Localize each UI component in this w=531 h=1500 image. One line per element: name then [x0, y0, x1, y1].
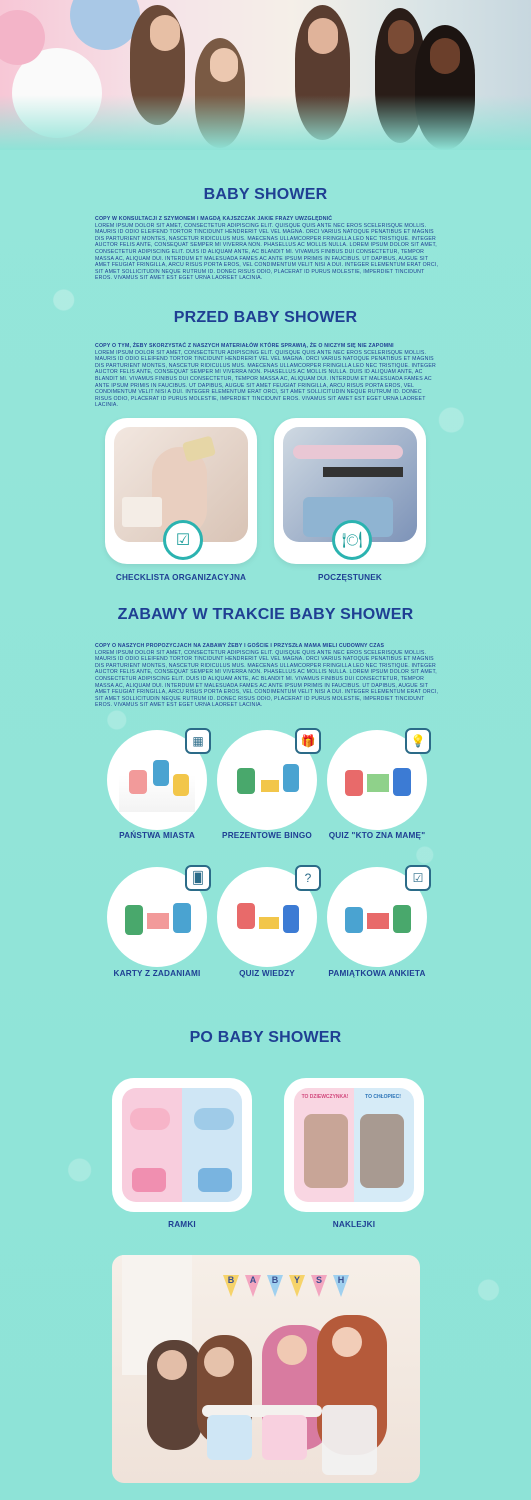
card-label-checklista: CHECKLISTA ORGANIZACYJNA	[115, 573, 247, 582]
checklist-icon: ☑	[405, 865, 431, 891]
guest-4-face	[388, 20, 414, 54]
copy-przed: COPY O TYM, ŻEBY SKORZYSTAĆ Z NASZYCH MA…	[95, 343, 440, 409]
banner-letter: A	[245, 1275, 261, 1297]
card-checklista[interactable]: ☑	[105, 418, 257, 564]
game-illustration	[339, 887, 415, 949]
stickers-preview: TO DZIEWCZYNKA! TO CHŁOPIEC!	[294, 1088, 414, 1202]
copy-baby-shower: COPY W KONSULTACJI Z SZYMONEM I MAGDĄ KA…	[95, 216, 440, 282]
copy-zabawy: COPY O NASZYCH PROPOZYCJACH NA ZABAWY ŻE…	[95, 643, 440, 709]
plate-cutlery-icon: 🍽	[332, 520, 372, 560]
banner-letter: Y	[289, 1275, 305, 1297]
game-card-prezentowe-bingo[interactable]: 🎁	[217, 728, 321, 830]
copy-lead: COPY O NASZYCH PROPOZYCJACH NA ZABAWY ŻE…	[95, 643, 385, 649]
copy-lead: COPY W KONSULTACJI Z SZYMONEM I MAGDĄ KA…	[95, 216, 333, 222]
game-illustration	[229, 887, 305, 949]
tile-label-ramki: RAMKI	[168, 1220, 196, 1229]
banner-letter: S	[311, 1275, 327, 1297]
game-label-pamiatkowa-ankieta: PAMIĄTKOWA ANKIETA	[328, 969, 426, 978]
copy-body: LOREM IPSUM DOLOR SIT AMET, CONSECTETUR …	[95, 349, 436, 409]
frames-preview	[122, 1088, 242, 1202]
tile-naklejki[interactable]: TO DZIEWCZYNKA! TO CHŁOPIEC!	[284, 1078, 424, 1212]
lightbulb-icon: 💡	[405, 728, 431, 754]
section-title-baby-shower: BABY SHOWER	[203, 186, 328, 203]
guest-3-face	[308, 18, 338, 54]
game-illustration	[339, 750, 415, 812]
copy-lead: COPY O TYM, ŻEBY SKORZYSTAĆ Z NASZYCH MA…	[95, 343, 394, 349]
banner-garland: B A B Y S H	[172, 1275, 400, 1315]
guest-2-face	[210, 48, 238, 82]
game-label-quiz-kto-zna-mame: QUIZ "KTO ZNA MAMĘ"	[328, 831, 426, 840]
card-poczestunek[interactable]: 🍽	[274, 418, 426, 564]
grid-icon: ▦	[185, 728, 211, 754]
game-card-quiz-wiedzy[interactable]: ?	[217, 865, 321, 967]
sticker-girl-text: TO DZIEWCZYNKA!	[301, 1094, 349, 1100]
section-title-po: PO BABY SHOWER	[189, 1029, 342, 1046]
game-card-quiz-kto-zna-mame[interactable]: 💡	[327, 728, 431, 830]
tile-ramki[interactable]	[112, 1078, 252, 1212]
question-icon: ?	[295, 865, 321, 891]
guest-1-face	[150, 15, 180, 51]
game-card-karty-z-zadaniami[interactable]: 🂠	[107, 865, 211, 967]
game-illustration	[119, 887, 195, 949]
guest-5-face	[430, 38, 460, 74]
card-label-poczestunek: POCZĘSTUNEK	[317, 573, 383, 582]
hero-photo	[0, 0, 531, 150]
cards-icon: 🂠	[185, 865, 211, 891]
game-card-panstwa-miasta[interactable]: ▦	[107, 728, 211, 830]
banner-letter: B	[223, 1275, 239, 1297]
sticker-boy-text: TO CHŁOPIEC!	[365, 1094, 401, 1100]
final-party-photo: B A B Y S H	[112, 1255, 420, 1483]
gift-icon: 🎁	[295, 728, 321, 754]
copy-body: LOREM IPSUM DOLOR SIT AMET, CONSECTETUR …	[95, 649, 439, 709]
game-illustration	[229, 750, 305, 812]
checklist-icon: ☑	[163, 520, 203, 560]
game-card-pamiatkowa-ankieta[interactable]: ☑	[327, 865, 431, 967]
section-title-przed: PRZED BABY SHOWER	[173, 309, 358, 326]
section-title-zabawy: ZABAWY W TRAKCIE BABY SHOWER	[117, 606, 414, 623]
copy-body: LOREM IPSUM DOLOR SIT AMET, CONSECTETUR …	[95, 222, 439, 282]
hero-fade	[0, 95, 531, 150]
banner-letter: B	[267, 1275, 283, 1297]
tile-label-naklejki: NAKLEJKI	[332, 1220, 376, 1229]
game-illustration	[119, 750, 195, 812]
banner-letter: H	[333, 1275, 349, 1297]
